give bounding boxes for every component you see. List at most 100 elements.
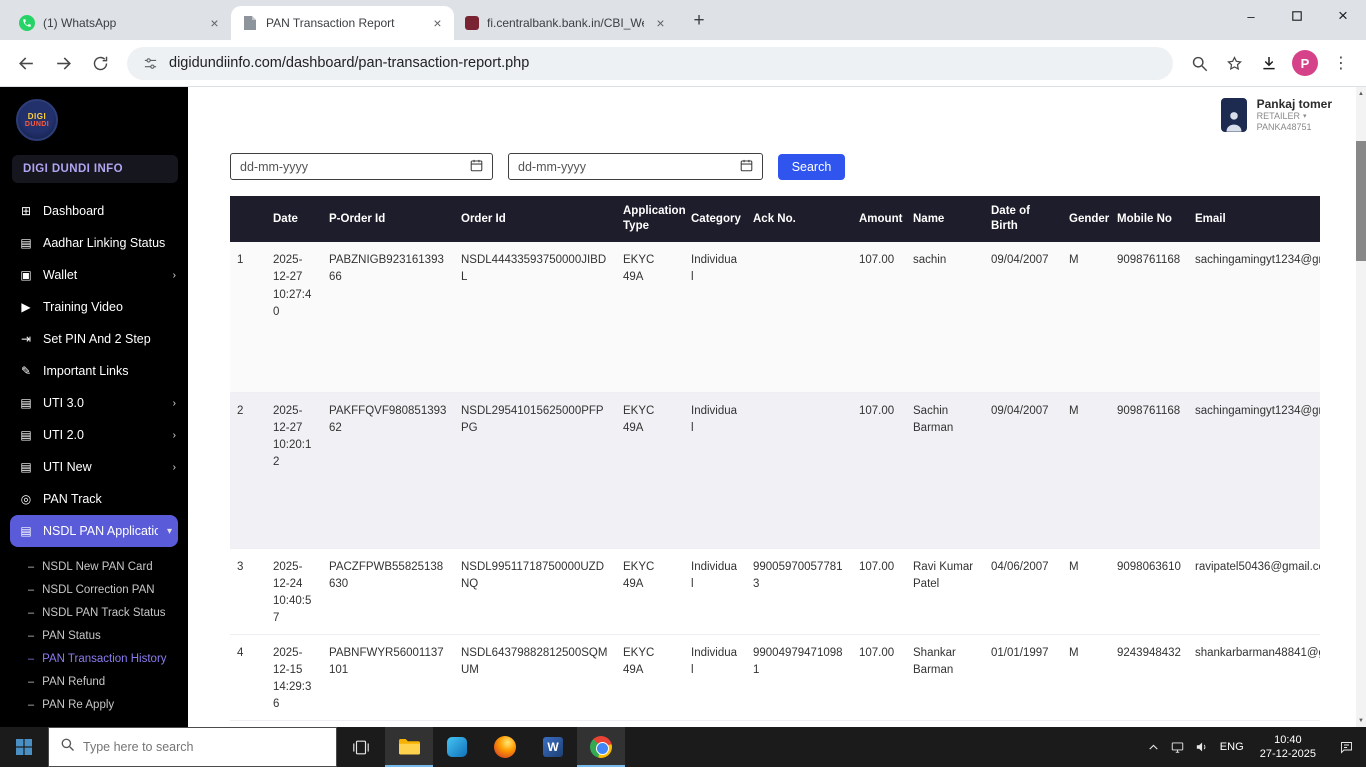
address-bar[interactable]: digidundiinfo.com/dashboard/pan-transact… [127,47,1173,80]
table-cell: 107.00 [852,548,906,634]
back-button[interactable] [9,46,43,80]
sidebar-item-aadhar-linking-status[interactable]: ▤Aadhar Linking Status [0,227,188,259]
sidebar-item-uti-3-0[interactable]: ▤UTI 3.0› [0,387,188,419]
table-cell: EKYC 49A [616,720,684,727]
table-row[interactable]: 22025-12-27 10:20:12PAKFFQVF98085139362N… [230,392,1320,548]
sidebar-item-uti-new[interactable]: ▤UTI New› [0,451,188,483]
table-row[interactable]: 52025-11-14 12:23:54PAOTWMAJ28695132491N… [230,720,1320,727]
table-cell: Sachin Barman [906,392,984,548]
table-cell: 4 [230,634,266,720]
user-block[interactable]: Pankaj tomer RETAILER ▾ PANKA48751 [1221,97,1332,133]
target-icon: ◎ [18,492,34,506]
network-icon[interactable] [1166,727,1190,767]
taskbar-file-explorer[interactable] [385,727,433,767]
taskbar-search-input[interactable] [83,740,303,754]
clock-date: 27-12-2025 [1260,747,1316,761]
sidebar-item-pan-track[interactable]: ◎PAN Track [0,483,188,515]
refresh-button[interactable] [83,46,117,80]
sidebar-subitem-label: NSDL Correction PAN [42,584,154,596]
table-cell: 2 [230,392,266,548]
search-button[interactable]: Search [778,154,845,180]
taskbar-blue-app[interactable] [433,727,481,767]
calendar-icon[interactable] [740,159,753,175]
table-cell: 9098063610 [1110,548,1188,634]
table-cell: 107.00 [852,634,906,720]
chevron-right-icon: › [173,462,176,473]
table-cell: 1 [230,242,266,392]
table-row[interactable]: 42025-12-15 14:29:36PABNFWYR56001137101N… [230,634,1320,720]
date-to-input[interactable]: dd-mm-yyyy [508,153,763,180]
taskbar-task-view[interactable] [337,727,385,767]
sidebar-subitem-pan-refund[interactable]: –PAN Refund [0,670,188,693]
dash-icon: – [28,699,34,711]
chevron-right-icon: › [173,398,176,409]
taskbar-clock[interactable]: 10:40 27-12-2025 [1250,733,1326,762]
sidebar-subitem-pan-re-apply[interactable]: –PAN Re Apply [0,693,188,716]
sidebar-item-training-video[interactable]: ▶Training Video [0,291,188,323]
forward-button[interactable] [46,46,80,80]
date-from-input[interactable]: dd-mm-yyyy [230,153,493,180]
sidebar-item-uti-2-0[interactable]: ▤UTI 2.0› [0,419,188,451]
sidebar-subitem-label: PAN Refund [42,676,105,688]
new-tab-button[interactable]: + [685,7,713,35]
scroll-up-icon[interactable]: ▲ [1356,87,1366,100]
speaker-icon[interactable] [1190,727,1214,767]
sidebar-item-nsdl-pan-application[interactable]: ▤NSDL PAN Application▾ [10,515,178,547]
sidebar-subitem-nsdl-pan-track-status[interactable]: –NSDL PAN Track Status [0,601,188,624]
sidebar-item-wallet[interactable]: ▣Wallet› [0,259,188,291]
table-cell: NSDL77026367187500TLSBO [454,720,616,727]
downloads-icon[interactable] [1253,47,1285,79]
taskbar-firefox[interactable] [481,727,529,767]
tab-title: (1) WhatsApp [43,16,198,30]
chevron-up-icon[interactable] [1142,727,1166,767]
tab-close-icon[interactable]: × [652,15,669,32]
close-button[interactable]: × [1320,0,1366,32]
language-indicator[interactable]: ENG [1214,741,1250,753]
url-text[interactable]: digidundiinfo.com/dashboard/pan-transact… [169,55,529,71]
column-header [230,196,266,242]
sidebar-subitem-nsdl-new-pan-card[interactable]: –NSDL New PAN Card [0,555,188,578]
sidebar-item-important-links[interactable]: ✎ Important Links [0,355,188,387]
sidebar-item-label: UTI 2.0 [43,428,164,442]
tab-list: (1) WhatsApp×PAN Transaction Report×fi.c… [8,6,677,40]
table-cell: PABNFWYR56001137101 [322,634,454,720]
tune-icon[interactable] [141,47,159,79]
table-row[interactable]: 12025-12-27 10:27:40PABZNIGB92316139366N… [230,242,1320,392]
page-header: Pankaj tomer RETAILER ▾ PANKA48751 [188,87,1366,143]
start-button[interactable] [0,727,48,767]
browser-tab[interactable]: PAN Transaction Report× [231,6,454,40]
scrollbar-thumb[interactable] [1356,141,1366,261]
calendar-icon[interactable] [470,159,483,175]
sidebar-subitem-pan-transaction-history[interactable]: –PAN Transaction History [0,647,188,670]
zoom-icon[interactable] [1183,47,1215,79]
scroll-down-icon[interactable]: ▼ [1356,714,1366,727]
taskbar-search[interactable] [48,727,337,767]
tab-close-icon[interactable]: × [429,15,446,32]
column-header: Amount [852,196,906,242]
menu-kebab-icon[interactable]: ⋮ [1325,47,1357,79]
action-center-icon[interactable] [1326,727,1366,767]
taskbar-chrome[interactable] [577,727,625,767]
link-icon: ✎ [18,364,34,378]
sidebar-item-label: Important Links [43,364,176,378]
page-scrollbar[interactable]: ▲ ▼ [1356,87,1366,727]
tab-close-icon[interactable]: × [206,15,223,32]
table-cell: NSDL29541015625000PFPPG [454,392,616,548]
tray-icons [1142,727,1214,767]
sidebar-subitem-nsdl-correction-pan[interactable]: –NSDL Correction PAN [0,578,188,601]
browser-window: (1) WhatsApp×PAN Transaction Report×fi.c… [0,0,1366,768]
browser-tab[interactable]: fi.centralbank.bank.in/CBI_Web...× [454,6,677,40]
profile-avatar[interactable]: P [1292,50,1318,76]
minimize-button[interactable]: – [1228,0,1274,32]
sidebar-item-set-pin-and-2-step[interactable]: ⇥Set PIN And 2 Step [0,323,188,355]
taskbar-word[interactable]: W [529,727,577,767]
table-cell: EKYC 49A [616,392,684,548]
sidebar-subitem-pan-status[interactable]: –PAN Status [0,624,188,647]
column-header: Name [906,196,984,242]
sidebar-item-dashboard[interactable]: ⊞Dashboard [0,195,188,227]
browser-tab[interactable]: (1) WhatsApp × [8,6,231,40]
table-cell: Individual [684,392,746,548]
table-row[interactable]: 32025-12-24 10:40:57PACZFPWB55825138630N… [230,548,1320,634]
maximize-button[interactable] [1274,0,1320,32]
bookmark-star-icon[interactable] [1218,47,1250,79]
